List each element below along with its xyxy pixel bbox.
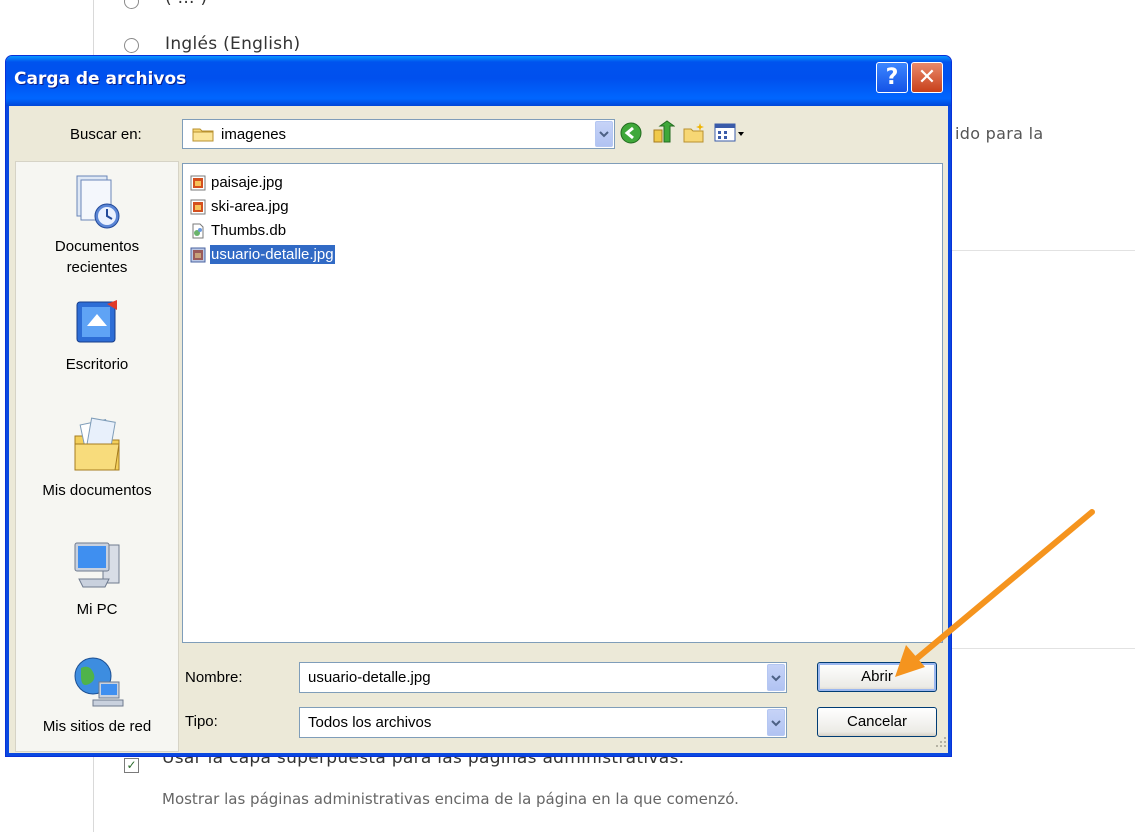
place-label: Documentos (54, 238, 140, 255)
dialog-title: Carga de archivos (14, 69, 187, 89)
radio-label-partial: ( ... ) (165, 0, 207, 8)
filename-combo[interactable]: usuario-detalle.jpg (299, 662, 787, 693)
jpg-file-icon (190, 199, 206, 215)
my-documents-icon (74, 417, 120, 471)
look-in-value: imagenes (221, 126, 287, 143)
up-folder-icon[interactable] (651, 120, 676, 148)
jpg-file-icon (190, 247, 206, 263)
file-item[interactable]: Thumbs.db (190, 220, 287, 242)
view-menu-icon[interactable] (714, 122, 746, 148)
overlay-description: Mostrar las páginas administrativas enci… (162, 790, 739, 808)
place-label: Escritorio (65, 356, 129, 373)
chevron-down-icon[interactable] (767, 664, 785, 691)
file-item[interactable]: paisaje.jpg (190, 172, 284, 194)
new-folder-icon[interactable] (682, 122, 706, 148)
file-name: ski-area.jpg (211, 198, 289, 215)
jpg-file-icon (190, 175, 206, 191)
file-list[interactable]: paisaje.jpg ski-area.jpg Thumbs.db usuar… (182, 163, 943, 643)
close-button[interactable]: ✕ (911, 62, 943, 93)
filename-value: usuario-detalle.jpg (308, 669, 431, 686)
my-computer-icon (74, 542, 120, 588)
background-divider (952, 648, 1135, 649)
look-in-combo[interactable]: imagenes (182, 119, 615, 149)
dialog-titlebar[interactable]: Carga de archivos ? ✕ (6, 56, 951, 106)
filetype-label: Tipo: (185, 713, 218, 730)
file-item-selected[interactable]: usuario-detalle.jpg (190, 244, 335, 266)
recent-documents-icon (76, 175, 120, 229)
place-network[interactable]: Mis sitios de red (16, 652, 178, 737)
file-name: Thumbs.db (211, 222, 287, 239)
place-recent-documents[interactable]: Documentos recientes (16, 172, 178, 278)
look-in-label: Buscar en: (70, 126, 142, 143)
filetype-value: Todos los archivos (308, 714, 432, 731)
filename-label: Nombre: (185, 669, 243, 686)
file-upload-dialog: Carga de archivos ? ✕ Buscar en: imagene… (5, 55, 952, 757)
place-label: recientes (66, 259, 128, 276)
background-divider (952, 250, 1135, 251)
desktop-icon (76, 300, 117, 343)
db-file-icon (190, 223, 206, 239)
cancel-button[interactable]: Cancelar (817, 707, 937, 737)
background-text-right: ido para la (955, 124, 1044, 143)
resize-grip-icon[interactable] (933, 733, 947, 752)
file-name: paisaje.jpg (211, 174, 283, 191)
folder-icon (192, 126, 214, 146)
overlay-checkbox[interactable]: ✓ (124, 758, 139, 773)
filetype-select[interactable]: Todos los archivos (299, 707, 787, 738)
file-item[interactable]: ski-area.jpg (190, 196, 290, 218)
chevron-down-icon[interactable] (767, 709, 785, 736)
network-places-icon (74, 657, 124, 707)
chevron-down-icon[interactable] (595, 121, 613, 147)
places-bar: Documentos recientes Escritorio Mis docu… (15, 161, 179, 752)
help-button[interactable]: ? (876, 62, 908, 93)
place-my-computer[interactable]: Mi PC (16, 537, 178, 620)
place-label: Mis sitios de red (42, 718, 152, 735)
file-name: usuario-detalle.jpg (210, 245, 335, 264)
place-label: Mis documentos (42, 482, 152, 499)
place-my-documents[interactable]: Mis documentos (16, 414, 178, 501)
back-icon[interactable] (620, 122, 642, 148)
open-button[interactable]: Abrir (817, 662, 937, 692)
radio-button-partial[interactable] (124, 0, 139, 9)
place-label: Mi PC (76, 601, 118, 618)
radio-button-english[interactable] (124, 38, 139, 53)
radio-label-english: Inglés (English) (165, 34, 301, 54)
place-desktop[interactable]: Escritorio (16, 296, 178, 375)
